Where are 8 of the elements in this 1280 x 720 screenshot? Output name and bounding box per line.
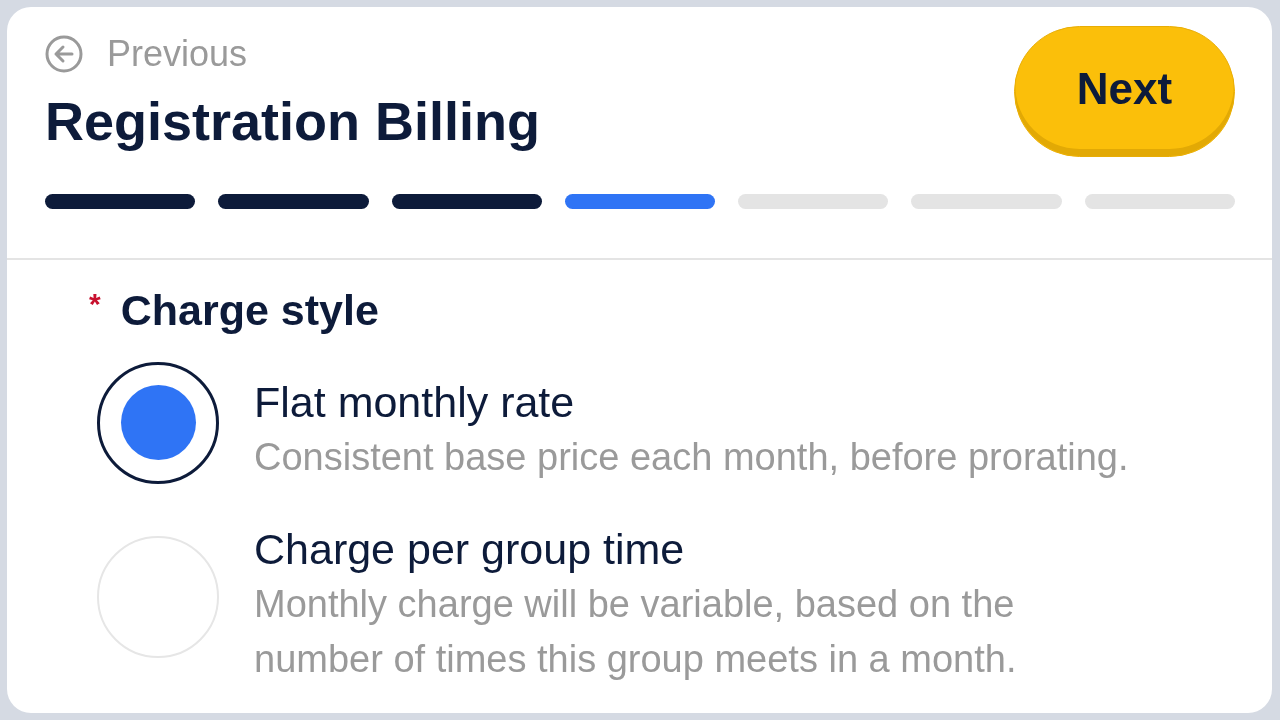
page-title: Registration Billing — [45, 90, 541, 152]
next-button[interactable]: Next — [1014, 26, 1235, 157]
field-label: Charge style — [120, 285, 379, 336]
required-asterisk: * — [89, 286, 101, 322]
option-title: Flat monthly rate — [254, 377, 576, 428]
option-description: Monthly charge will be variable, based on the number of times this group meets in a month. — [254, 582, 1018, 682]
option-title: Charge per group time — [254, 524, 686, 575]
option-description: Consistent base price each month, before prorating. — [254, 435, 1129, 480]
